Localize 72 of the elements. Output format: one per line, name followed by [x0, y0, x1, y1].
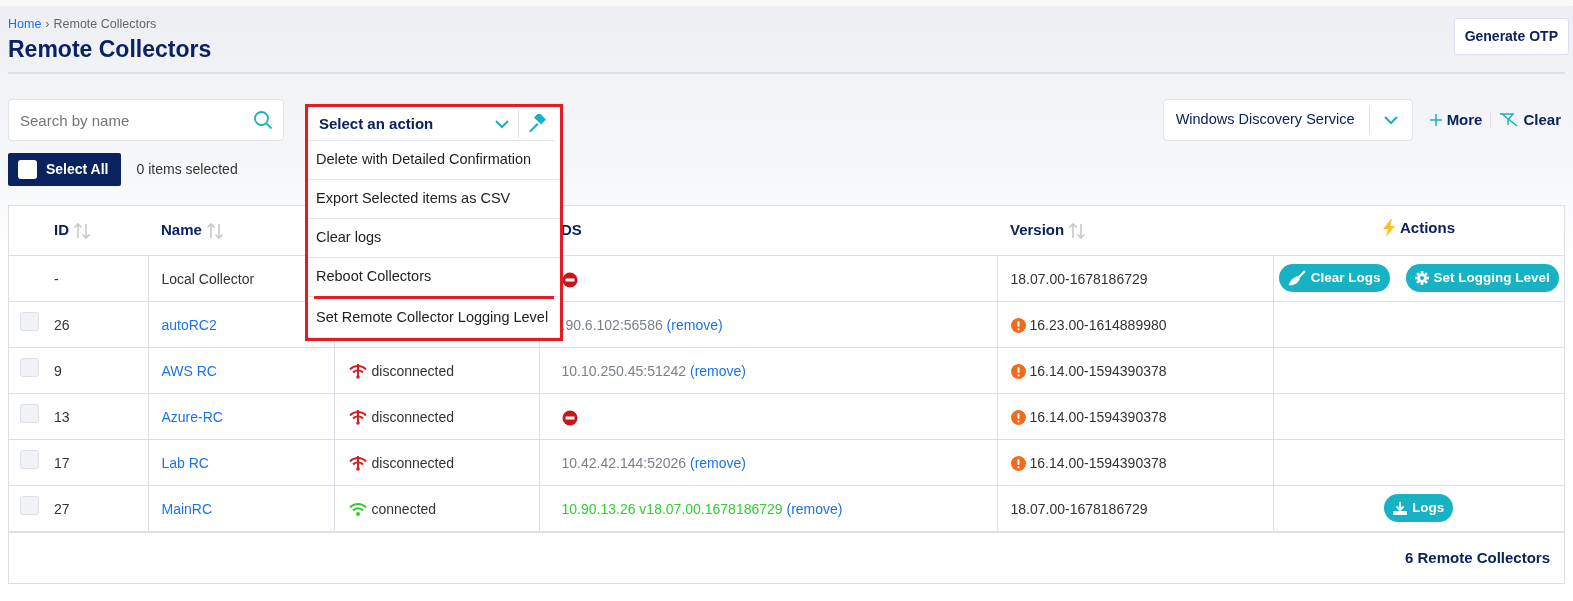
- download-icon: [1393, 501, 1408, 516]
- remove-link[interactable]: (remove): [666, 316, 723, 333]
- agent-address: 10.90.13.26 v18.07.00.1678186729: [561, 500, 783, 517]
- filter-select[interactable]: Windows Discovery Service: [1162, 99, 1413, 142]
- more-button[interactable]: More: [1428, 109, 1483, 132]
- wifi-off-icon: [347, 409, 368, 426]
- breadcrumb-link[interactable]: Home: [8, 17, 42, 31]
- record-count: 6 Remote Collectors: [9, 531, 1564, 583]
- collector-name: Local Collector: [161, 270, 255, 287]
- warning-icon: [1010, 363, 1026, 379]
- version-text: 18.07.00-1678186729: [1010, 499, 1148, 519]
- version-text: 16.14.00-1594390378: [1029, 407, 1167, 427]
- service-address: .90.6.102:56586: [561, 316, 663, 333]
- chevron-down-icon: [1382, 115, 1399, 126]
- connection-status: disconnected: [371, 361, 454, 381]
- clear-filter-button[interactable]: Clear: [1499, 109, 1561, 132]
- warning-icon: [1010, 455, 1026, 471]
- row-checkbox[interactable]: [20, 403, 39, 423]
- remove-link[interactable]: (remove): [786, 500, 843, 517]
- collector-name-link[interactable]: Lab RC: [161, 454, 209, 471]
- broom-icon: [1287, 270, 1306, 287]
- row-checkbox[interactable]: [20, 495, 39, 515]
- connection-status: disconnected: [371, 407, 454, 427]
- generate-otp-button[interactable]: Generate OTP: [1453, 18, 1569, 55]
- action-select[interactable]: Select an action: [308, 107, 555, 142]
- wifi-off-icon: [347, 363, 368, 380]
- id-text: 9: [54, 362, 62, 379]
- service-address: 10.42.42.144:52026: [561, 454, 687, 471]
- warning-icon: [1010, 317, 1026, 333]
- remove-link[interactable]: (remove): [689, 454, 746, 471]
- id-text: 26: [54, 316, 70, 333]
- version-text: 16.23.00-1614889980: [1029, 315, 1167, 335]
- remove-link[interactable]: (remove): [689, 362, 746, 379]
- id-text: 17: [54, 454, 70, 471]
- sortable-column-header[interactable]: Version: [1010, 219, 1065, 242]
- sort-icon: [205, 221, 224, 240]
- selection-count: 0 items selected: [136, 160, 238, 180]
- id-text: 13: [54, 408, 70, 425]
- collector-name-link[interactable]: Azure-RC: [161, 408, 223, 425]
- breadcrumb-current: Remote Collectors: [53, 17, 157, 31]
- id-text: -: [54, 270, 59, 287]
- no-entry-icon: [561, 410, 578, 427]
- chevron-down-icon: [494, 118, 510, 129]
- plus-icon: [1428, 113, 1443, 128]
- sortable-column-header[interactable]: ID: [54, 219, 69, 242]
- gear-icon: [1414, 271, 1429, 286]
- lightning-icon: [1382, 219, 1396, 238]
- row-checkbox[interactable]: [20, 311, 39, 331]
- select-all-button[interactable]: Select All: [8, 153, 121, 187]
- sort-icon: [73, 221, 91, 240]
- version-text: 18.07.00-1678186729: [1010, 269, 1148, 289]
- version-text: 16.14.00-1594390378: [1029, 453, 1167, 473]
- filter-clear-icon: [1499, 112, 1520, 129]
- column-header: Actions: [1400, 218, 1455, 239]
- warning-icon: [1010, 409, 1026, 425]
- breadcrumb-separator: ›: [45, 17, 50, 31]
- row-checkbox[interactable]: [20, 357, 39, 377]
- hammer-icon: [527, 113, 547, 134]
- wifi-off-icon: [347, 455, 368, 472]
- version-text: 16.14.00-1594390378: [1029, 361, 1167, 381]
- sort-icon: [1068, 221, 1087, 240]
- collector-name-link[interactable]: MainRC: [161, 500, 213, 517]
- service-address: 10.10.250.45:51242: [561, 362, 687, 379]
- page-title: Remote Collectors: [8, 35, 212, 64]
- connection-status: disconnected: [371, 453, 454, 473]
- wifi-icon: [347, 501, 368, 518]
- collector-name-link[interactable]: AWS RC: [161, 362, 217, 379]
- connection-status: connected: [371, 499, 437, 519]
- row-checkbox[interactable]: [20, 449, 39, 469]
- id-text: 27: [54, 500, 70, 517]
- sortable-column-header[interactable]: Name: [161, 219, 202, 242]
- collector-name-link[interactable]: autoRC2: [161, 316, 217, 333]
